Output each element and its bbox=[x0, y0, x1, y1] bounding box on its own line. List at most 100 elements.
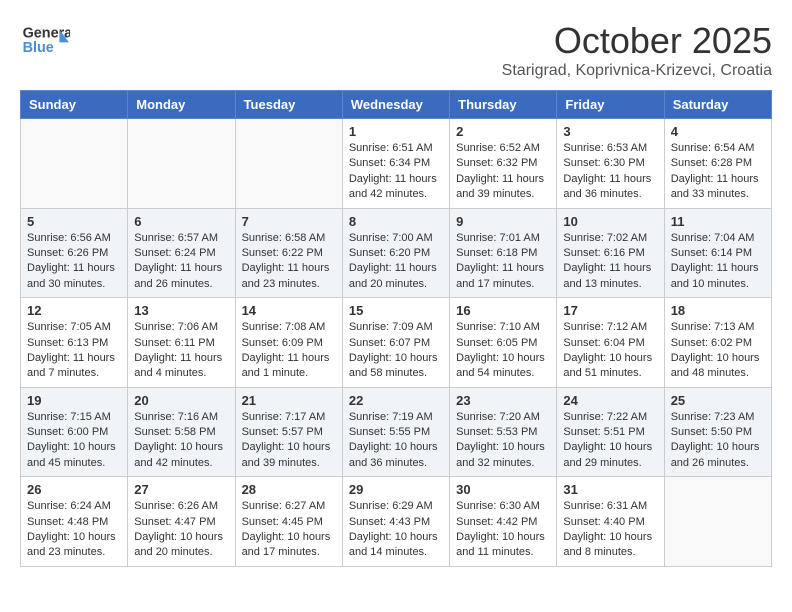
calendar-week-row: 26 Sunrise: 6:24 AM Sunset: 4:48 PM Dayli… bbox=[21, 477, 772, 567]
calendar-cell: 10 Sunrise: 7:02 AM Sunset: 6:16 PM Dayli… bbox=[557, 208, 664, 298]
day-info: Sunrise: 6:57 AM Sunset: 6:24 PM Dayligh… bbox=[134, 231, 228, 293]
day-number: 18 bbox=[671, 303, 765, 318]
day-number: 28 bbox=[242, 482, 336, 497]
day-number: 26 bbox=[27, 482, 121, 497]
calendar-cell: 19 Sunrise: 7:15 AM Sunset: 6:00 PM Dayli… bbox=[21, 387, 128, 477]
day-number: 11 bbox=[671, 214, 765, 229]
calendar-cell: 4 Sunrise: 6:54 AM Sunset: 6:28 PM Daylig… bbox=[664, 119, 771, 209]
day-info: Sunrise: 6:54 AM Sunset: 6:28 PM Dayligh… bbox=[671, 141, 765, 203]
day-info: Sunrise: 6:24 AM Sunset: 4:48 PM Dayligh… bbox=[27, 499, 121, 561]
calendar-week-row: 1 Sunrise: 6:51 AM Sunset: 6:34 PM Daylig… bbox=[21, 119, 772, 209]
day-number: 16 bbox=[456, 303, 550, 318]
calendar-cell: 21Sunrise: 7:17 AM Sunset: 5:57 PM Dayli… bbox=[235, 387, 342, 477]
day-info: Sunrise: 6:31 AM Sunset: 4:40 PM Dayligh… bbox=[563, 499, 657, 561]
calendar-cell: 7Sunrise: 6:58 AM Sunset: 6:22 PM Daylig… bbox=[235, 208, 342, 298]
weekday-header-friday: Friday bbox=[557, 91, 664, 119]
calendar-cell: 14Sunrise: 7:08 AM Sunset: 6:09 PM Dayli… bbox=[235, 298, 342, 388]
calendar-cell: 12 Sunrise: 7:05 AM Sunset: 6:13 PM Dayli… bbox=[21, 298, 128, 388]
day-info: Sunrise: 6:56 AM Sunset: 6:26 PM Dayligh… bbox=[27, 231, 121, 293]
calendar-cell: 18 Sunrise: 7:13 AM Sunset: 6:02 PM Dayli… bbox=[664, 298, 771, 388]
day-number: 30 bbox=[456, 482, 550, 497]
day-info: Sunrise: 6:58 AM Sunset: 6:22 PM Dayligh… bbox=[242, 231, 336, 293]
calendar-cell: 3Sunrise: 6:53 AM Sunset: 6:30 PM Daylig… bbox=[557, 119, 664, 209]
calendar-cell bbox=[235, 119, 342, 209]
calendar-cell: 30 Sunrise: 6:30 AM Sunset: 4:42 PM Dayli… bbox=[450, 477, 557, 567]
day-info: Sunrise: 7:23 AM Sunset: 5:50 PM Dayligh… bbox=[671, 410, 765, 472]
weekday-header-monday: Monday bbox=[128, 91, 235, 119]
day-number: 19 bbox=[27, 393, 121, 408]
logo-svg: General Blue bbox=[20, 20, 70, 60]
day-number: 22 bbox=[349, 393, 443, 408]
day-number: 17 bbox=[563, 303, 657, 318]
day-info: Sunrise: 7:06 AM Sunset: 6:11 PM Dayligh… bbox=[134, 320, 228, 382]
day-info: Sunrise: 7:02 AM Sunset: 6:16 PM Dayligh… bbox=[563, 231, 657, 293]
calendar-cell: 31Sunrise: 6:31 AM Sunset: 4:40 PM Dayli… bbox=[557, 477, 664, 567]
month-title: October 2025 bbox=[502, 20, 772, 62]
day-info: Sunrise: 6:51 AM Sunset: 6:34 PM Dayligh… bbox=[349, 141, 443, 203]
calendar-cell: 11Sunrise: 7:04 AM Sunset: 6:14 PM Dayli… bbox=[664, 208, 771, 298]
calendar-cell: 6 Sunrise: 6:57 AM Sunset: 6:24 PM Daylig… bbox=[128, 208, 235, 298]
day-number: 20 bbox=[134, 393, 228, 408]
calendar-table: SundayMondayTuesdayWednesdayThursdayFrid… bbox=[20, 90, 772, 567]
day-number: 5 bbox=[27, 214, 121, 229]
day-number: 25 bbox=[671, 393, 765, 408]
day-info: Sunrise: 7:17 AM Sunset: 5:57 PM Dayligh… bbox=[242, 410, 336, 472]
day-number: 1 bbox=[349, 124, 443, 139]
day-number: 15 bbox=[349, 303, 443, 318]
calendar-cell: 25 Sunrise: 7:23 AM Sunset: 5:50 PM Dayli… bbox=[664, 387, 771, 477]
calendar-cell: 13Sunrise: 7:06 AM Sunset: 6:11 PM Dayli… bbox=[128, 298, 235, 388]
day-number: 6 bbox=[134, 214, 228, 229]
calendar-cell bbox=[664, 477, 771, 567]
day-number: 2 bbox=[456, 124, 550, 139]
weekday-header-saturday: Saturday bbox=[664, 91, 771, 119]
day-info: Sunrise: 7:10 AM Sunset: 6:05 PM Dayligh… bbox=[456, 320, 550, 382]
day-info: Sunrise: 7:09 AM Sunset: 6:07 PM Dayligh… bbox=[349, 320, 443, 382]
calendar-cell: 20 Sunrise: 7:16 AM Sunset: 5:58 PM Dayli… bbox=[128, 387, 235, 477]
location-title: Starigrad, Koprivnica-Krizevci, Croatia bbox=[502, 62, 772, 80]
calendar-cell: 15 Sunrise: 7:09 AM Sunset: 6:07 PM Dayli… bbox=[342, 298, 449, 388]
day-info: Sunrise: 6:27 AM Sunset: 4:45 PM Dayligh… bbox=[242, 499, 336, 561]
day-number: 12 bbox=[27, 303, 121, 318]
day-info: Sunrise: 7:12 AM Sunset: 6:04 PM Dayligh… bbox=[563, 320, 657, 382]
calendar-cell: 29 Sunrise: 6:29 AM Sunset: 4:43 PM Dayli… bbox=[342, 477, 449, 567]
day-info: Sunrise: 7:00 AM Sunset: 6:20 PM Dayligh… bbox=[349, 231, 443, 293]
day-info: Sunrise: 7:15 AM Sunset: 6:00 PM Dayligh… bbox=[27, 410, 121, 472]
day-number: 8 bbox=[349, 214, 443, 229]
weekday-header-tuesday: Tuesday bbox=[235, 91, 342, 119]
calendar-cell: 28 Sunrise: 6:27 AM Sunset: 4:45 PM Dayli… bbox=[235, 477, 342, 567]
calendar-week-row: 5 Sunrise: 6:56 AM Sunset: 6:26 PM Daylig… bbox=[21, 208, 772, 298]
weekday-header-thursday: Thursday bbox=[450, 91, 557, 119]
calendar-cell bbox=[21, 119, 128, 209]
calendar-week-row: 19 Sunrise: 7:15 AM Sunset: 6:00 PM Dayli… bbox=[21, 387, 772, 477]
calendar-cell: 26 Sunrise: 6:24 AM Sunset: 4:48 PM Dayli… bbox=[21, 477, 128, 567]
day-info: Sunrise: 7:08 AM Sunset: 6:09 PM Dayligh… bbox=[242, 320, 336, 382]
day-info: Sunrise: 7:01 AM Sunset: 6:18 PM Dayligh… bbox=[456, 231, 550, 293]
day-info: Sunrise: 6:29 AM Sunset: 4:43 PM Dayligh… bbox=[349, 499, 443, 561]
day-info: Sunrise: 7:19 AM Sunset: 5:55 PM Dayligh… bbox=[349, 410, 443, 472]
day-number: 3 bbox=[563, 124, 657, 139]
day-number: 29 bbox=[349, 482, 443, 497]
calendar-cell: 22 Sunrise: 7:19 AM Sunset: 5:55 PM Dayli… bbox=[342, 387, 449, 477]
weekday-header-sunday: Sunday bbox=[21, 91, 128, 119]
calendar-cell: 9 Sunrise: 7:01 AM Sunset: 6:18 PM Daylig… bbox=[450, 208, 557, 298]
day-info: Sunrise: 7:16 AM Sunset: 5:58 PM Dayligh… bbox=[134, 410, 228, 472]
day-info: Sunrise: 7:13 AM Sunset: 6:02 PM Dayligh… bbox=[671, 320, 765, 382]
header: General Blue October 2025 Starigrad, Kop… bbox=[20, 20, 772, 80]
day-number: 9 bbox=[456, 214, 550, 229]
day-number: 4 bbox=[671, 124, 765, 139]
day-info: Sunrise: 7:20 AM Sunset: 5:53 PM Dayligh… bbox=[456, 410, 550, 472]
day-number: 24 bbox=[563, 393, 657, 408]
calendar-cell: 2Sunrise: 6:52 AM Sunset: 6:32 PM Daylig… bbox=[450, 119, 557, 209]
calendar-cell: 24 Sunrise: 7:22 AM Sunset: 5:51 PM Dayli… bbox=[557, 387, 664, 477]
day-number: 10 bbox=[563, 214, 657, 229]
day-info: Sunrise: 7:05 AM Sunset: 6:13 PM Dayligh… bbox=[27, 320, 121, 382]
calendar-cell: 27 Sunrise: 6:26 AM Sunset: 4:47 PM Dayli… bbox=[128, 477, 235, 567]
svg-text:Blue: Blue bbox=[23, 40, 54, 56]
day-info: Sunrise: 7:22 AM Sunset: 5:51 PM Dayligh… bbox=[563, 410, 657, 472]
weekday-header-row: SundayMondayTuesdayWednesdayThursdayFrid… bbox=[21, 91, 772, 119]
day-info: Sunrise: 6:26 AM Sunset: 4:47 PM Dayligh… bbox=[134, 499, 228, 561]
day-info: Sunrise: 6:30 AM Sunset: 4:42 PM Dayligh… bbox=[456, 499, 550, 561]
calendar-cell: 8 Sunrise: 7:00 AM Sunset: 6:20 PM Daylig… bbox=[342, 208, 449, 298]
calendar-cell: 16 Sunrise: 7:10 AM Sunset: 6:05 PM Dayli… bbox=[450, 298, 557, 388]
day-number: 27 bbox=[134, 482, 228, 497]
